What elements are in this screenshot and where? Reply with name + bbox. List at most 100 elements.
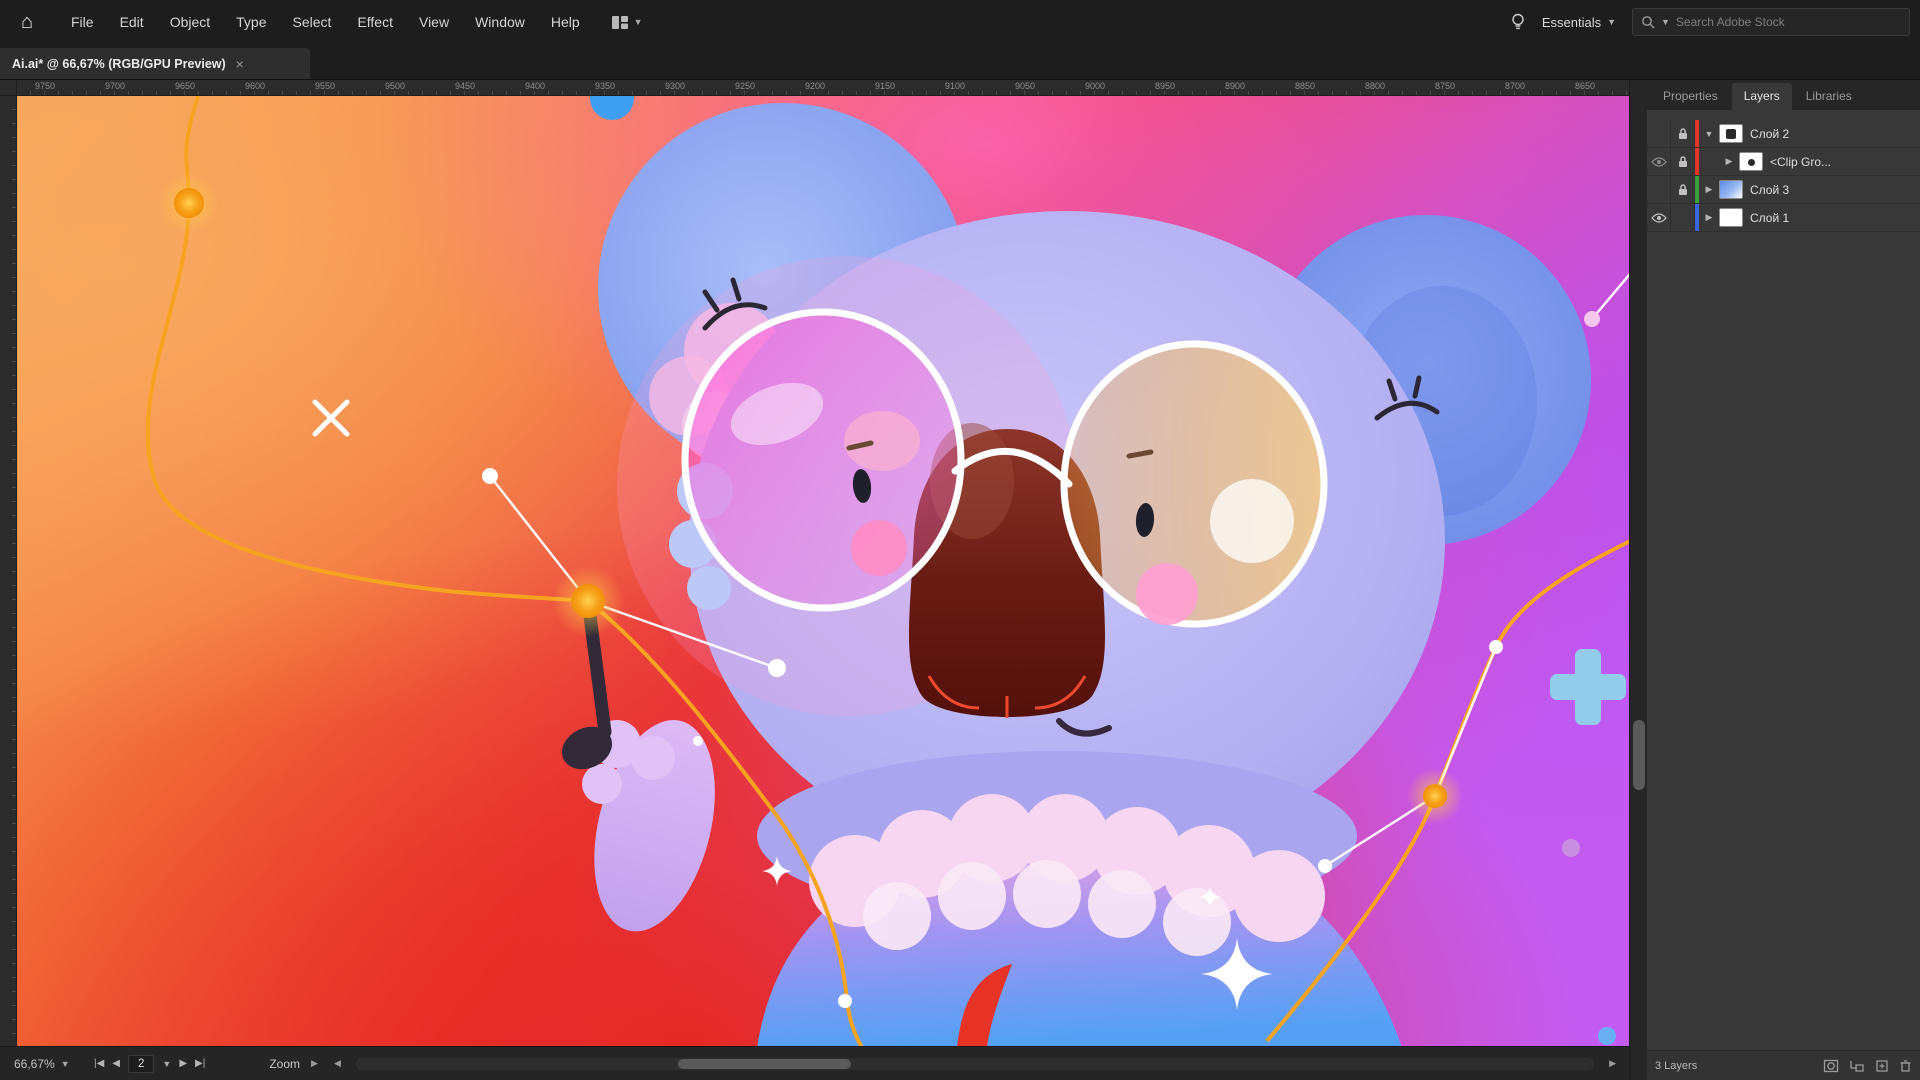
layer-name[interactable]: <Clip Gro... xyxy=(1770,155,1831,169)
artboard-number-field[interactable]: 2 xyxy=(128,1055,154,1073)
arrange-documents-button[interactable]: ▼ xyxy=(611,15,643,30)
lightbulb-icon xyxy=(1510,13,1526,31)
menu-item-type[interactable]: Type xyxy=(223,0,279,44)
ruler-label: 9150 xyxy=(875,81,895,91)
chevron-right-icon[interactable]: ▶ xyxy=(1719,156,1739,167)
chevron-down-icon: ▼ xyxy=(61,1059,70,1069)
horizontal-scrollbar-thumb[interactable] xyxy=(678,1059,851,1069)
ruler-label: 8700 xyxy=(1505,81,1525,91)
scroll-left-button[interactable]: ◀ xyxy=(329,1058,346,1069)
layer-row[interactable]: ▶ Слой 3 xyxy=(1647,176,1920,204)
ruler-label: 9700 xyxy=(105,81,125,91)
arrange-documents-icon xyxy=(611,15,629,30)
layer-name[interactable]: Слой 1 xyxy=(1750,211,1789,225)
search-icon xyxy=(1641,15,1655,29)
menu-item-help[interactable]: Help xyxy=(538,0,593,44)
next-artboard-button[interactable]: ▶ xyxy=(179,1058,187,1069)
lock-toggle[interactable] xyxy=(1671,120,1695,147)
status-bar: 66,67% ▼ |◀ ◀ 2 ▼ ▶ ▶| Zoom ▶ ◀ ▶ xyxy=(0,1046,1629,1080)
layer-thumbnail[interactable] xyxy=(1719,208,1743,227)
lock-toggle[interactable] xyxy=(1671,176,1695,203)
ruler-corner[interactable] xyxy=(0,80,17,96)
visibility-toggle[interactable] xyxy=(1647,204,1671,231)
status-expand-arrow[interactable]: ▶ xyxy=(306,1058,323,1069)
artwork-canvas[interactable] xyxy=(17,96,1629,1046)
menu-item-select[interactable]: Select xyxy=(280,0,345,44)
workspace-switcher[interactable]: Essentials ▼ xyxy=(1542,15,1616,30)
ruler-left[interactable] xyxy=(0,96,17,1046)
layer-row[interactable]: ▶ Слой 1 xyxy=(1647,204,1920,232)
home-button[interactable]: ⌂ xyxy=(10,5,44,39)
delete-layer-button[interactable] xyxy=(1899,1059,1912,1073)
ruler-top-labels[interactable]: 9750970096509600955095009450940093509300… xyxy=(17,80,1629,96)
make-mask-button[interactable] xyxy=(1823,1059,1839,1073)
layer-thumbnail[interactable] xyxy=(1719,124,1743,143)
layer-row[interactable]: ▼ Слой 2 xyxy=(1647,120,1920,148)
stock-search[interactable]: ▼ xyxy=(1632,8,1910,36)
close-icon[interactable]: × xyxy=(236,56,244,72)
panel-tabs: Properties Layers Libraries xyxy=(1647,80,1920,110)
tab-properties[interactable]: Properties xyxy=(1651,83,1730,110)
blue-dot[interactable] xyxy=(1598,1027,1616,1045)
chevron-down-icon: ▼ xyxy=(634,17,643,27)
ruler-label: 9000 xyxy=(1085,81,1105,91)
chevron-down-icon[interactable]: ▼ xyxy=(1699,129,1719,139)
menu-item-edit[interactable]: Edit xyxy=(107,0,157,44)
menu-item-effect[interactable]: Effect xyxy=(344,0,406,44)
visibility-toggle[interactable] xyxy=(1647,176,1671,203)
document-tabbar: Ai.ai* @ 66,67% (RGB/GPU Preview) × xyxy=(0,44,1920,80)
ruler-label: 9400 xyxy=(525,81,545,91)
previous-artboard-button[interactable]: ◀ xyxy=(112,1058,120,1069)
vertical-scrollbar[interactable] xyxy=(1629,80,1647,1080)
discover-button[interactable] xyxy=(1510,13,1526,31)
horizontal-scrollbar[interactable] xyxy=(356,1058,1594,1070)
ruler-label: 9300 xyxy=(665,81,685,91)
ruler-label: 9550 xyxy=(315,81,335,91)
layers-panel-footer: 3 Layers xyxy=(1647,1050,1920,1080)
menu-item-file[interactable]: File xyxy=(58,0,107,44)
chevron-down-icon: ▼ xyxy=(1607,17,1616,27)
layer-name[interactable]: Слой 3 xyxy=(1750,183,1789,197)
menubar: ⌂ File Edit Object Type Select Effect Vi… xyxy=(0,0,1920,44)
orange-light-dot[interactable] xyxy=(571,584,605,618)
new-sublayer-button[interactable] xyxy=(1849,1059,1865,1073)
new-layer-button[interactable] xyxy=(1875,1059,1889,1073)
visibility-toggle[interactable] xyxy=(1647,120,1671,147)
menu-item-view[interactable]: View xyxy=(406,0,462,44)
document-tab[interactable]: Ai.ai* @ 66,67% (RGB/GPU Preview) × xyxy=(0,48,310,79)
pink-dot[interactable] xyxy=(1584,311,1600,327)
zoom-level-value: 66,67% xyxy=(14,1057,55,1071)
eye-icon xyxy=(1651,157,1667,167)
orange-light-dot[interactable] xyxy=(174,188,204,218)
lock-icon xyxy=(1677,155,1689,168)
zoom-level-dropdown[interactable]: 66,67% ▼ xyxy=(8,1057,78,1071)
layer-thumbnail[interactable] xyxy=(1739,152,1763,171)
purple-dot[interactable] xyxy=(1562,839,1580,857)
vertical-scrollbar-thumb[interactable] xyxy=(1633,720,1645,790)
lock-icon xyxy=(1677,183,1689,196)
lock-toggle[interactable] xyxy=(1671,148,1695,175)
menu-item-window[interactable]: Window xyxy=(462,0,538,44)
scroll-right-button[interactable]: ▶ xyxy=(1604,1058,1621,1069)
orange-light-dot[interactable] xyxy=(1423,784,1447,808)
visibility-toggle[interactable] xyxy=(1647,148,1671,175)
layer-thumbnail[interactable] xyxy=(1719,180,1743,199)
chevron-right-icon[interactable]: ▶ xyxy=(1699,212,1719,223)
first-artboard-button[interactable]: |◀ xyxy=(94,1058,104,1069)
tab-libraries[interactable]: Libraries xyxy=(1794,83,1864,110)
last-artboard-button[interactable]: ▶| xyxy=(195,1058,205,1069)
menu-item-object[interactable]: Object xyxy=(157,0,223,44)
tab-layers[interactable]: Layers xyxy=(1732,83,1792,110)
ruler-label: 8950 xyxy=(1155,81,1175,91)
layer-row[interactable]: ▶ <Clip Gro... xyxy=(1647,148,1920,176)
ruler-label: 9500 xyxy=(385,81,405,91)
search-input[interactable] xyxy=(1676,15,1876,29)
layer-name[interactable]: Слой 2 xyxy=(1750,127,1789,141)
lock-toggle[interactable] xyxy=(1671,204,1695,231)
ruler-label: 9750 xyxy=(35,81,55,91)
right-panel: Properties Layers Libraries ▼ Слой 2 xyxy=(1647,80,1920,1080)
menu-items: File Edit Object Type Select Effect View… xyxy=(58,0,593,44)
chevron-right-icon[interactable]: ▶ xyxy=(1699,184,1719,195)
canvas-area: 9750970096509600955095009450940093509300… xyxy=(0,80,1629,1080)
ruler-label: 9600 xyxy=(245,81,265,91)
